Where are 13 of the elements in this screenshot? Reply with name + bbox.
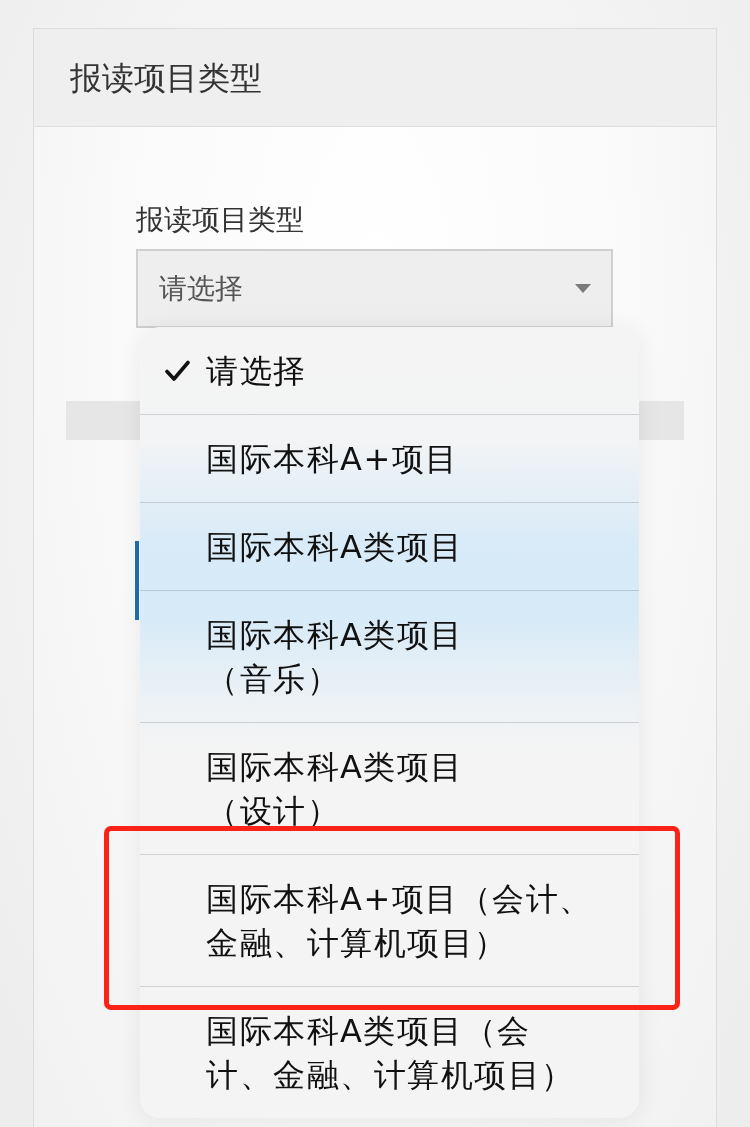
background-bar	[639, 401, 684, 440]
dropdown-option[interactable]: 国际本科A类项目（会计、金融、计算机项目）	[140, 986, 639, 1118]
dropdown-option[interactable]: 国际本科A类项目	[140, 502, 639, 590]
select-field[interactable]: 请选择	[136, 249, 613, 328]
dropdown-option[interactable]: 请选择	[140, 327, 639, 414]
dropdown-option[interactable]: 国际本科A+项目（会计、金融、计算机项目）	[140, 854, 639, 986]
caret-icon	[575, 284, 591, 293]
dropdown-option[interactable]: 国际本科A类项目（设计）	[140, 722, 639, 854]
panel-title: 报读项目类型	[70, 57, 262, 98]
field-label: 报读项目类型	[136, 202, 304, 238]
dropdown-option[interactable]: 国际本科A+项目	[140, 414, 639, 502]
check-icon	[165, 360, 190, 382]
dropdown-option[interactable]: 国际本科A类项目（音乐）	[140, 590, 639, 722]
